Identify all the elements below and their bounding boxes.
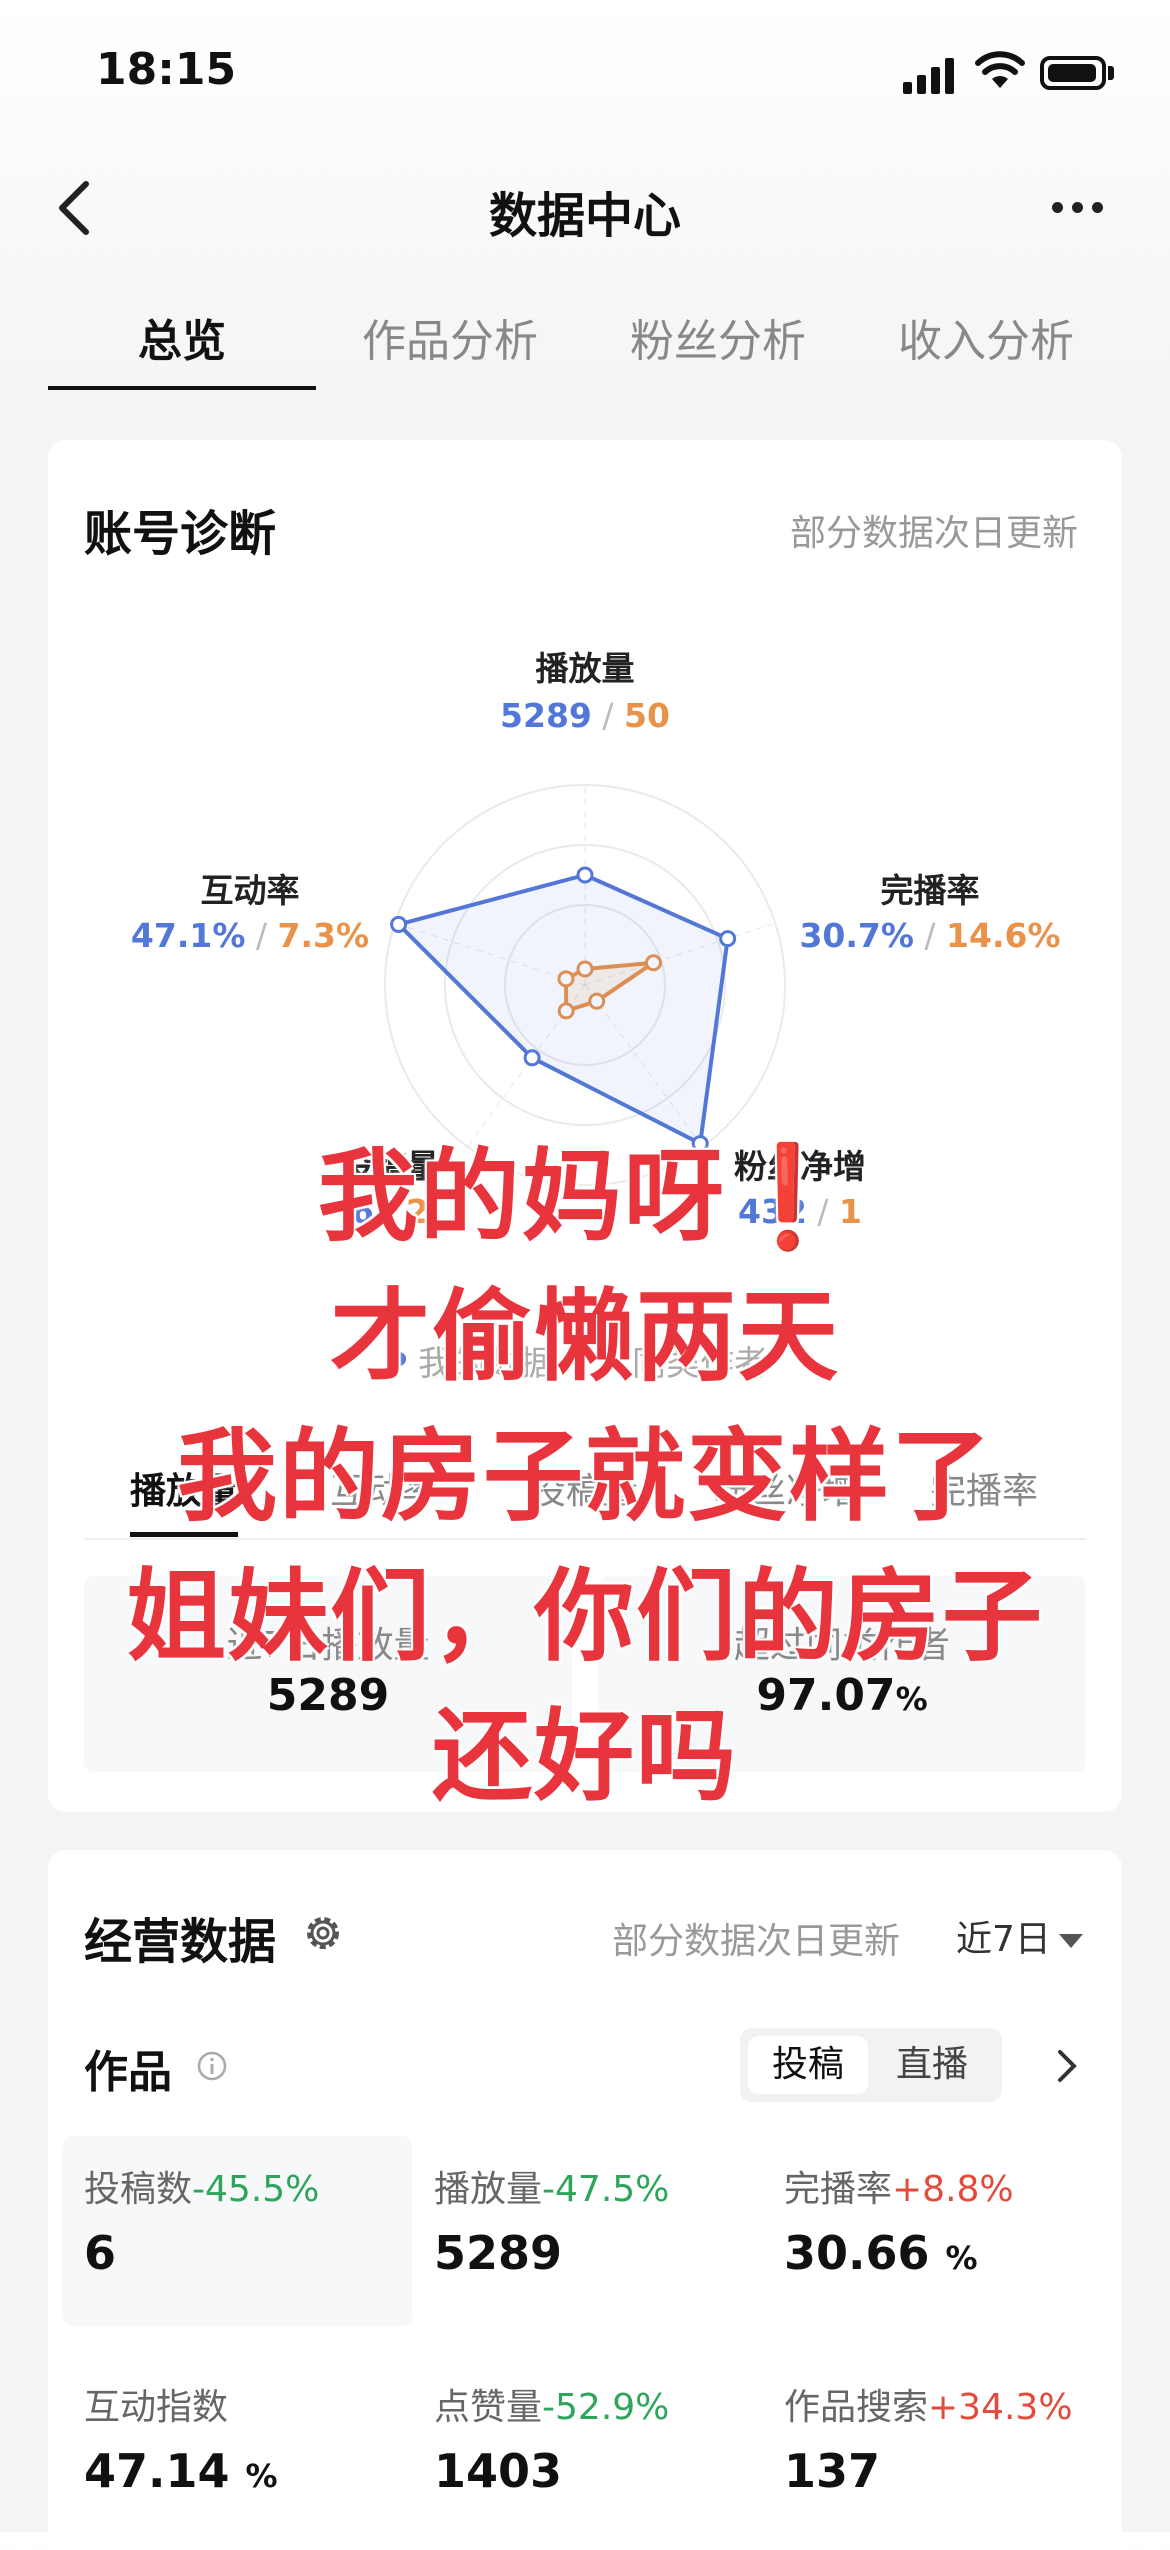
radar-mine-point bbox=[390, 915, 408, 933]
radar-mine-point bbox=[523, 1049, 541, 1067]
metric-change: -45.5% bbox=[192, 2169, 320, 2210]
tab-income-analysis[interactable]: 收入分析 bbox=[852, 305, 1120, 369]
radar-value-plays: 5289 / 50 bbox=[500, 696, 670, 735]
tab-fans-analysis[interactable]: 粉丝分析 bbox=[584, 305, 852, 369]
toggle-posts[interactable]: 投稿 bbox=[748, 2036, 868, 2094]
metric-label: 点赞量-52.9% bbox=[434, 2387, 670, 2428]
overlay-line-1: 我的妈呀❗ bbox=[317, 1138, 853, 1255]
metric-value: 1403 bbox=[434, 2444, 563, 2498]
overlay-line-4: 姐妹们，你们的房子 bbox=[126, 1558, 1044, 1675]
metric-value: 137 bbox=[784, 2444, 881, 2498]
info-icon[interactable] bbox=[196, 2050, 228, 2082]
diagnosis-update-note: 部分数据次日更新 bbox=[790, 513, 1079, 554]
metric-change: +34.3% bbox=[928, 2387, 1073, 2428]
metric-value: 30.66 % bbox=[784, 2226, 978, 2280]
battery-tip bbox=[1108, 66, 1114, 80]
radar-label-completion: 完播率 bbox=[880, 871, 980, 910]
metric-label: 互动指数 bbox=[84, 2387, 229, 2428]
dropdown-caret-icon bbox=[1058, 1934, 1083, 1948]
tab-overview[interactable]: 总览 bbox=[48, 305, 316, 369]
business-update-note: 部分数据次日更新 bbox=[612, 1921, 901, 1962]
metric-change: -52.9% bbox=[542, 2387, 670, 2428]
status-time: 18:15 bbox=[96, 44, 237, 95]
metric-change: -47.5% bbox=[542, 2169, 670, 2210]
metric-label: 投稿数-45.5% bbox=[84, 2169, 320, 2210]
overlay-line-2: 才偷懒两天 bbox=[330, 1278, 840, 1395]
more-options-icon[interactable] bbox=[1052, 198, 1112, 217]
metric-label: 作品搜索+34.3% bbox=[784, 2387, 1073, 2428]
diagnosis-title: 账号诊断 bbox=[84, 506, 277, 562]
radar-value-completion: 30.7% / 14.6% bbox=[799, 916, 1061, 955]
wifi-icon bbox=[975, 51, 1025, 88]
business-title: 经营数据 bbox=[84, 1914, 277, 1970]
metric-value: 6 bbox=[84, 2226, 117, 2280]
radar-mine-point bbox=[719, 930, 737, 948]
toggle-live[interactable]: 直播 bbox=[872, 2036, 992, 2094]
tab-works-analysis[interactable]: 作品分析 bbox=[316, 305, 584, 369]
chevron-right-icon[interactable] bbox=[1054, 2046, 1080, 2086]
metric-value: 47.14 % bbox=[84, 2444, 278, 2498]
radar-label-plays: 播放量 bbox=[535, 649, 635, 688]
metric-change: +8.8% bbox=[892, 2169, 1014, 2210]
page-title: 数据中心 bbox=[488, 188, 681, 244]
overlay-line-3: 我的房子就变样了 bbox=[177, 1418, 993, 1535]
settings-gear-icon[interactable] bbox=[300, 1910, 346, 1956]
active-tab-indicator bbox=[48, 386, 316, 390]
metric-label: 播放量-47.5% bbox=[434, 2169, 670, 2210]
overlay-line-5: 还好吗 bbox=[432, 1698, 738, 1815]
radar-value-interaction: 47.1% / 7.3% bbox=[130, 916, 370, 955]
metric-value: 5289 bbox=[434, 2226, 563, 2280]
cellular-signal-icon bbox=[903, 58, 957, 94]
works-section-title: 作品 bbox=[84, 2047, 172, 2098]
radar-label-interaction: 互动率 bbox=[200, 871, 300, 910]
battery-icon bbox=[1040, 56, 1106, 90]
radar-mine-point bbox=[576, 866, 594, 884]
date-range-select[interactable]: 近7日 bbox=[956, 1910, 1083, 1962]
metric-label: 完播率+8.8% bbox=[784, 2169, 1014, 2210]
